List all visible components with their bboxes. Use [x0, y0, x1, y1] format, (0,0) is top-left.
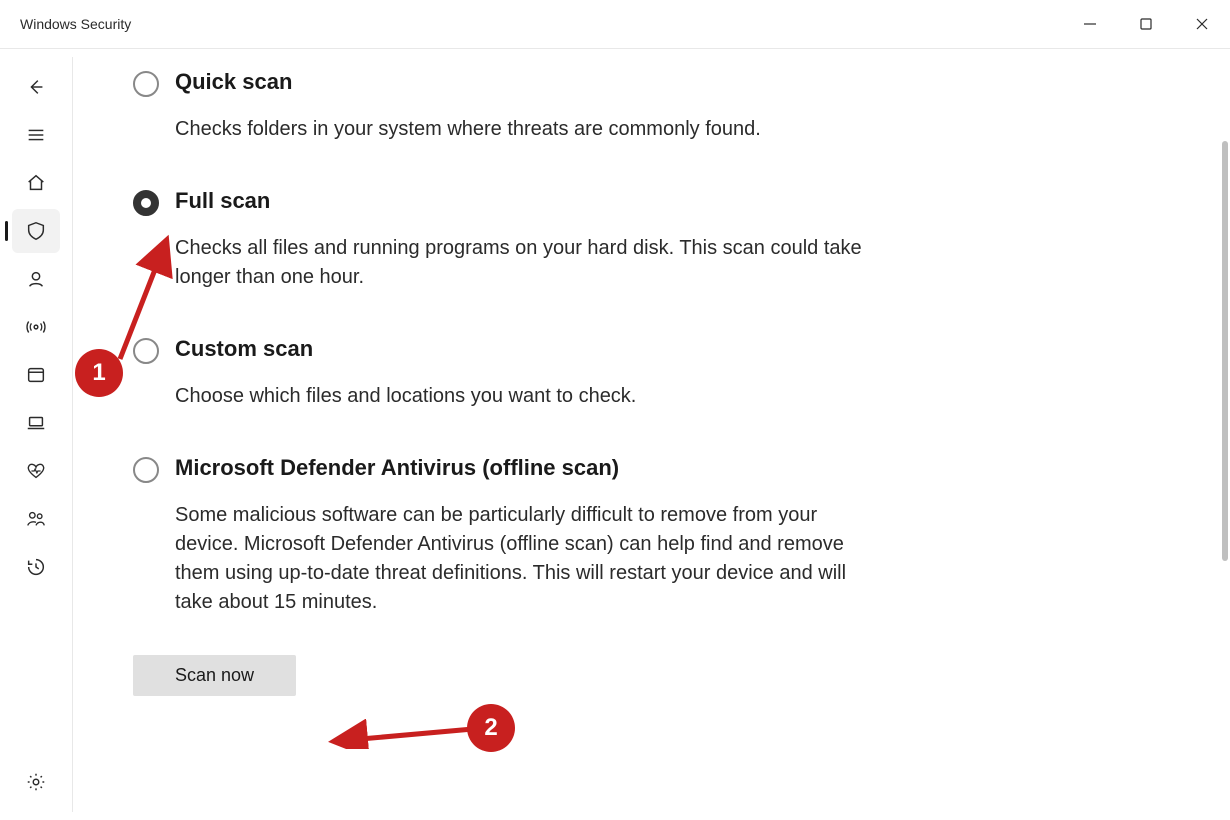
- radio-full-scan[interactable]: [133, 190, 159, 216]
- back-button[interactable]: [12, 65, 60, 109]
- annotation-badge-2: 2: [467, 704, 515, 752]
- nav-virus-protection[interactable]: [12, 209, 60, 253]
- minimize-icon: [1083, 17, 1097, 31]
- scan-option-custom[interactable]: Custom scan Choose which files and locat…: [133, 336, 1170, 411]
- heartbeat-icon: [25, 460, 47, 482]
- nav-firewall[interactable]: [12, 305, 60, 349]
- title-bar: Windows Security: [0, 0, 1230, 48]
- option-title: Custom scan: [175, 336, 636, 362]
- scan-option-quick[interactable]: Quick scan Checks folders in your system…: [133, 69, 1170, 144]
- content-area: Quick scan Checks folders in your system…: [73, 49, 1230, 820]
- person-icon: [25, 268, 47, 290]
- back-arrow-icon: [25, 76, 47, 98]
- option-description: Checks all files and running programs on…: [175, 234, 875, 292]
- sidebar: [0, 49, 72, 820]
- shield-icon: [25, 220, 47, 242]
- content-scrollbar[interactable]: [1222, 141, 1228, 561]
- radio-custom-scan[interactable]: [133, 338, 159, 364]
- nav-account-protection[interactable]: [12, 257, 60, 301]
- option-title: Full scan: [175, 188, 875, 214]
- antenna-icon: [25, 316, 47, 338]
- option-title: Quick scan: [175, 69, 761, 95]
- window-controls: [1062, 0, 1230, 48]
- annotation-badge-1: 1: [75, 349, 123, 397]
- close-icon: [1195, 17, 1209, 31]
- window-title: Windows Security: [20, 16, 1062, 32]
- maximize-button[interactable]: [1118, 0, 1174, 48]
- nav-home[interactable]: [12, 161, 60, 205]
- nav-settings[interactable]: [12, 760, 60, 804]
- home-icon: [25, 172, 47, 194]
- option-description: Choose which files and locations you wan…: [175, 382, 636, 411]
- window-body: Quick scan Checks folders in your system…: [0, 48, 1230, 820]
- nav-device-security[interactable]: [12, 401, 60, 445]
- nav-device-performance[interactable]: [12, 449, 60, 493]
- app-window-icon: [25, 364, 47, 386]
- scan-option-offline[interactable]: Microsoft Defender Antivirus (offline sc…: [133, 455, 1170, 617]
- nav-family-options[interactable]: [12, 497, 60, 541]
- option-description: Some malicious software can be particula…: [175, 501, 875, 617]
- family-icon: [25, 508, 47, 530]
- close-button[interactable]: [1174, 0, 1230, 48]
- scan-option-full[interactable]: Full scan Checks all files and running p…: [133, 188, 1170, 292]
- radio-offline-scan[interactable]: [133, 457, 159, 483]
- hamburger-icon: [25, 124, 47, 146]
- nav-app-browser-control[interactable]: [12, 353, 60, 397]
- history-icon: [25, 556, 47, 578]
- option-description: Checks folders in your system where thre…: [175, 115, 761, 144]
- scan-now-button[interactable]: Scan now: [133, 655, 296, 696]
- maximize-icon: [1139, 17, 1153, 31]
- laptop-icon: [25, 412, 47, 434]
- minimize-button[interactable]: [1062, 0, 1118, 48]
- annotation-arrow-2: [323, 719, 483, 749]
- windows-security-window: Windows Security: [0, 0, 1230, 820]
- menu-button[interactable]: [12, 113, 60, 157]
- nav-protection-history[interactable]: [12, 545, 60, 589]
- option-title: Microsoft Defender Antivirus (offline sc…: [175, 455, 875, 481]
- gear-icon: [25, 771, 47, 793]
- radio-quick-scan[interactable]: [133, 71, 159, 97]
